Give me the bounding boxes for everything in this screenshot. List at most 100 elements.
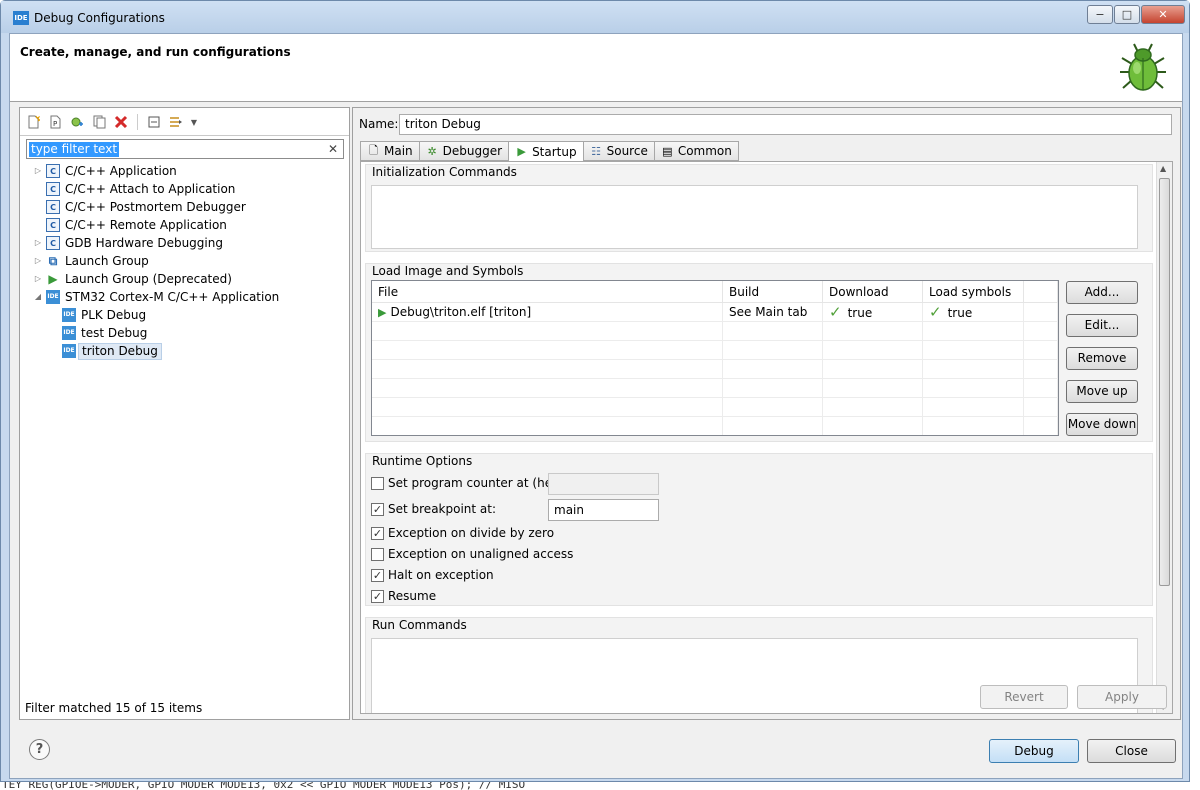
checkbox-unchecked[interactable] <box>371 476 384 490</box>
tree-item-launch-group-deprecated[interactable]: ▷ ▶ Launch Group (Deprecated) <box>20 270 349 288</box>
tree-item-cpp-postmortem[interactable]: C C/C++ Postmortem Debugger <box>20 198 349 216</box>
ide-icon: IDE <box>13 11 29 25</box>
tree-item-launch-group[interactable]: ▷ ⧉ Launch Group <box>20 252 349 270</box>
tree-item-cpp-application[interactable]: ▷ C C/C++ Application <box>20 162 349 180</box>
program-counter-input[interactable] <box>548 473 659 495</box>
checkmark-icon: ✓ <box>829 303 842 321</box>
configuration-editor-panel: Name: triton Debug 🗋 Main ✲ Debugger ▶ S… <box>352 107 1181 720</box>
tree-item-label: C/C++ Postmortem Debugger <box>65 200 246 214</box>
clear-filter-icon[interactable]: ✕ <box>328 142 338 156</box>
tree-item-gdb-hardware[interactable]: ▷ C GDB Hardware Debugging <box>20 234 349 252</box>
panel-scrollbar[interactable]: ▲ ▼ <box>1156 162 1172 713</box>
add-button[interactable]: Add... <box>1066 281 1138 304</box>
new-config-icon[interactable] <box>24 113 42 131</box>
revert-button[interactable]: Revert <box>980 685 1068 709</box>
halt-on-exception-checkbox[interactable]: ✓ Halt on exception <box>371 567 494 583</box>
column-header-build[interactable]: Build <box>723 281 823 302</box>
filter-input[interactable]: type filter text ✕ <box>26 139 344 159</box>
edit-button[interactable]: Edit... <box>1066 314 1138 337</box>
title-bar[interactable]: IDE Debug Configurations − □ ✕ <box>1 1 1189 33</box>
tab-common[interactable]: ▤ Common <box>653 141 739 161</box>
expand-arrow-icon[interactable]: ▷ <box>33 270 43 288</box>
resume-checkbox[interactable]: ✓ Resume <box>371 588 436 604</box>
debug-configurations-dialog: IDE Debug Configurations − □ ✕ Create, m… <box>0 0 1190 782</box>
tab-main[interactable]: 🗋 Main <box>360 141 419 161</box>
ide-icon: IDE <box>62 326 76 340</box>
column-header-download[interactable]: Download <box>823 281 923 302</box>
tree-item-stm32[interactable]: ◢ IDE STM32 Cortex-M C/C++ Application <box>20 288 349 306</box>
tab-label: Main <box>384 144 413 158</box>
dropdown-arrow-icon[interactable]: ▼ <box>189 113 199 131</box>
move-down-button[interactable]: Move down <box>1066 413 1138 436</box>
runtime-options-label: Runtime Options <box>372 454 473 468</box>
tab-label: Debugger <box>442 144 503 158</box>
scrollbar-thumb[interactable] <box>1159 178 1170 586</box>
init-commands-textarea[interactable] <box>371 185 1138 249</box>
toolbar-divider <box>20 135 349 136</box>
close-button[interactable]: Close <box>1087 739 1176 763</box>
tree-item-label: test Debug <box>81 326 148 340</box>
checkbox-checked[interactable]: ✓ <box>371 568 384 582</box>
tree-item-cpp-remote[interactable]: C C/C++ Remote Application <box>20 216 349 234</box>
maximize-button[interactable]: □ <box>1114 5 1140 24</box>
checkbox-unchecked[interactable] <box>371 547 384 561</box>
set-pc-checkbox[interactable]: Set program counter at (hex): <box>371 475 568 491</box>
window-title: Debug Configurations <box>34 11 165 25</box>
minimize-button[interactable]: − <box>1087 5 1113 24</box>
tab-label: Common <box>677 144 732 158</box>
checkbox-checked[interactable]: ✓ <box>371 589 384 603</box>
move-up-button[interactable]: Move up <box>1066 380 1138 403</box>
delete-icon[interactable] <box>112 113 130 131</box>
checkbox-checked[interactable]: ✓ <box>371 526 384 540</box>
breakpoint-input[interactable]: main <box>548 499 659 521</box>
svg-text:P: P <box>53 120 57 128</box>
duplicate-icon[interactable] <box>90 113 108 131</box>
scroll-up-icon[interactable]: ▲ <box>1160 164 1166 173</box>
init-commands-label: Initialization Commands <box>372 165 517 179</box>
tree-item-plk-debug[interactable]: IDE PLK Debug <box>20 306 349 324</box>
collapse-all-icon[interactable] <box>145 113 163 131</box>
column-header-file[interactable]: File <box>372 281 723 302</box>
tree-item-cpp-attach[interactable]: C C/C++ Attach to Application <box>20 180 349 198</box>
configuration-tree-panel: P ▼ type filter text ✕ ▷ C C/C++ Applica… <box>19 107 350 720</box>
cell-load-symbols: ✓ true <box>923 303 1024 321</box>
tree-item-label: PLK Debug <box>81 308 147 322</box>
new-prototype-icon[interactable]: P <box>46 113 64 131</box>
toolbar-separator <box>137 114 138 130</box>
checkbox-checked[interactable]: ✓ <box>371 502 384 516</box>
window-close-button[interactable]: ✕ <box>1141 5 1185 24</box>
help-icon[interactable]: ? <box>29 739 50 760</box>
apply-button[interactable]: Apply <box>1077 685 1167 709</box>
table-row[interactable]: ▶ Debug\triton.elf [triton] See Main tab … <box>372 303 1058 322</box>
c-config-icon: C <box>46 164 60 178</box>
halt-on-exception-label: Halt on exception <box>388 568 494 582</box>
filter-status: Filter matched 15 of 15 items <box>25 701 203 715</box>
set-breakpoint-checkbox[interactable]: ✓ Set breakpoint at: <box>371 501 496 517</box>
divide-by-zero-checkbox[interactable]: ✓ Exception on divide by zero <box>371 525 554 541</box>
configuration-tree: ▷ C C/C++ Application C C/C++ Attach to … <box>20 162 349 360</box>
collapse-arrow-icon[interactable]: ◢ <box>33 288 43 306</box>
tab-source[interactable]: ☷ Source <box>582 141 654 161</box>
checkmark-icon: ✓ <box>929 303 942 321</box>
expand-arrow-icon[interactable]: ▷ <box>33 162 43 180</box>
filter-icon[interactable] <box>167 113 185 131</box>
tree-item-triton-debug[interactable]: IDE triton Debug <box>20 342 349 360</box>
tab-debugger[interactable]: ✲ Debugger <box>418 141 509 161</box>
unaligned-access-label: Exception on unaligned access <box>388 547 574 561</box>
expand-arrow-icon[interactable]: ▷ <box>33 234 43 252</box>
tree-item-label: C/C++ Application <box>65 164 177 178</box>
export-icon[interactable] <box>68 113 86 131</box>
debug-button[interactable]: Debug <box>989 739 1079 763</box>
tab-startup[interactable]: ▶ Startup <box>508 141 583 162</box>
launch-group-icon: ⧉ <box>48 254 58 268</box>
column-header-load-symbols[interactable]: Load symbols <box>923 281 1024 302</box>
tree-item-test-debug[interactable]: IDE test Debug <box>20 324 349 342</box>
expand-arrow-icon[interactable]: ▷ <box>33 252 43 270</box>
load-image-table: File Build Download Load symbols ▶ Debug\… <box>371 280 1059 436</box>
unaligned-access-checkbox[interactable]: Exception on unaligned access <box>371 546 573 562</box>
debugger-tab-icon: ✲ <box>427 144 437 158</box>
remove-button[interactable]: Remove <box>1066 347 1138 370</box>
name-input[interactable]: triton Debug <box>399 114 1172 135</box>
runtime-options-group: Runtime Options Set program counter at (… <box>365 453 1153 606</box>
tab-label: Startup <box>532 144 577 159</box>
